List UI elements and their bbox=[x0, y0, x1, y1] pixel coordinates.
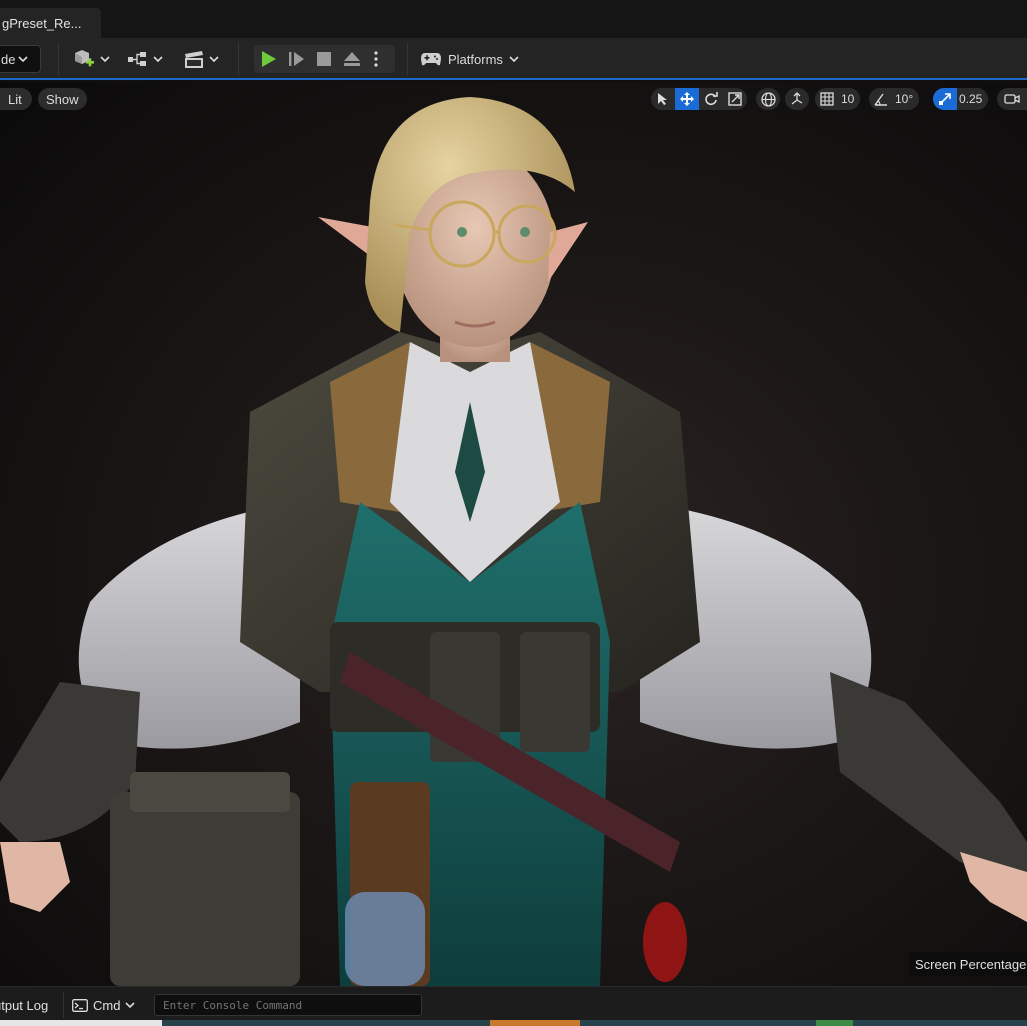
red-vial bbox=[643, 902, 687, 982]
blueprint-button[interactable] bbox=[127, 45, 163, 73]
chevron-down-icon bbox=[153, 56, 163, 63]
scale-snap-button[interactable]: 0.25 bbox=[933, 88, 989, 110]
eject-button[interactable] bbox=[338, 45, 366, 73]
rotation-snap-value: 10° bbox=[893, 88, 920, 110]
move-icon bbox=[680, 92, 694, 106]
add-actor-icon bbox=[75, 50, 94, 67]
screen-percentage-text: Screen Percentage bbox=[915, 956, 1027, 972]
clapperboard-icon bbox=[185, 51, 203, 68]
camera-icon bbox=[1004, 94, 1020, 104]
screen-percentage-label: Screen Percentage bbox=[909, 952, 1027, 976]
mode-label: de bbox=[1, 51, 16, 67]
eject-icon bbox=[344, 52, 360, 66]
add-actor-button[interactable] bbox=[72, 45, 110, 73]
step-forward-icon bbox=[289, 52, 304, 66]
main-toolbar: de Platforms bbox=[0, 38, 1027, 80]
status-segment bbox=[0, 1020, 162, 1026]
blueprint-icon bbox=[128, 52, 146, 66]
rotate-icon bbox=[705, 92, 718, 106]
select-tool[interactable] bbox=[651, 88, 675, 110]
gamepad-icon bbox=[421, 53, 441, 66]
toolbar-divider bbox=[407, 43, 408, 75]
view-mode-label: Lit bbox=[8, 91, 22, 107]
stop-button[interactable] bbox=[310, 45, 338, 73]
console-command-input[interactable] bbox=[154, 994, 422, 1016]
toolbar-divider bbox=[238, 43, 239, 75]
status-segment bbox=[490, 1020, 580, 1026]
view-mode-button[interactable]: Lit bbox=[0, 88, 32, 110]
chevron-down-icon bbox=[18, 56, 29, 63]
advance-frame-button[interactable] bbox=[282, 45, 310, 73]
left-hand bbox=[0, 842, 70, 912]
cmd-label: Cmd bbox=[93, 997, 121, 1013]
tab-level[interactable]: gPreset_Re... bbox=[0, 8, 101, 38]
play-icon bbox=[262, 51, 276, 67]
terminal-icon bbox=[72, 998, 88, 1012]
cursor-icon bbox=[658, 93, 667, 105]
platforms-button[interactable]: Platforms bbox=[420, 45, 519, 73]
chevron-down-icon bbox=[209, 56, 219, 63]
more-vertical-icon bbox=[374, 51, 378, 67]
tab-title: gPreset_Re... bbox=[2, 16, 82, 31]
scale-snap-icon bbox=[939, 93, 951, 105]
camera-speed-button[interactable] bbox=[997, 88, 1027, 110]
stop-icon bbox=[317, 52, 331, 66]
chevron-down-icon bbox=[125, 1002, 136, 1009]
satchel bbox=[110, 792, 300, 986]
grid-snap-value: 10 bbox=[839, 88, 861, 110]
chevron-down-icon bbox=[100, 56, 110, 63]
play-options-button[interactable] bbox=[366, 45, 386, 73]
output-log-label: utput Log bbox=[0, 997, 49, 1013]
console-bar: utput Log Cmd bbox=[0, 986, 1027, 1020]
grid-snap-button[interactable]: 10 bbox=[815, 88, 861, 110]
play-button[interactable] bbox=[254, 45, 282, 73]
surface-snap-button[interactable] bbox=[785, 88, 809, 110]
cmd-dropdown[interactable]: Cmd bbox=[72, 993, 136, 1017]
platforms-label: Platforms bbox=[448, 51, 503, 67]
status-strip bbox=[0, 1020, 1027, 1026]
coordinate-system-button[interactable] bbox=[756, 88, 780, 110]
transform-tools bbox=[651, 88, 747, 110]
status-segment bbox=[816, 1020, 853, 1026]
mode-dropdown[interactable]: de bbox=[0, 45, 41, 73]
right-glove bbox=[830, 672, 1027, 882]
globe-icon bbox=[760, 91, 776, 107]
grid-icon bbox=[820, 92, 834, 106]
show-button[interactable]: Show bbox=[38, 88, 87, 110]
chevron-down-icon bbox=[509, 56, 519, 63]
tab-strip: gPreset_Re... bbox=[0, 0, 1027, 38]
play-controls bbox=[254, 45, 395, 73]
scale-icon bbox=[728, 92, 742, 106]
level-viewport[interactable]: Lit Show 10 10° 0.25 Screen Percentage bbox=[0, 82, 1027, 986]
rotation-snap-button[interactable]: 10° bbox=[869, 88, 920, 110]
scale-tool[interactable] bbox=[723, 88, 747, 110]
angle-icon bbox=[874, 93, 887, 106]
cinematics-button[interactable] bbox=[183, 45, 219, 73]
surface-snap-icon bbox=[791, 91, 802, 105]
output-log-tab[interactable]: utput Log bbox=[0, 992, 64, 1018]
translate-tool[interactable] bbox=[675, 88, 699, 110]
scale-snap-value: 0.25 bbox=[957, 88, 989, 110]
show-label: Show bbox=[46, 91, 79, 107]
rotate-tool[interactable] bbox=[699, 88, 723, 110]
toolbar-divider bbox=[58, 43, 59, 75]
character-render bbox=[0, 97, 1027, 986]
